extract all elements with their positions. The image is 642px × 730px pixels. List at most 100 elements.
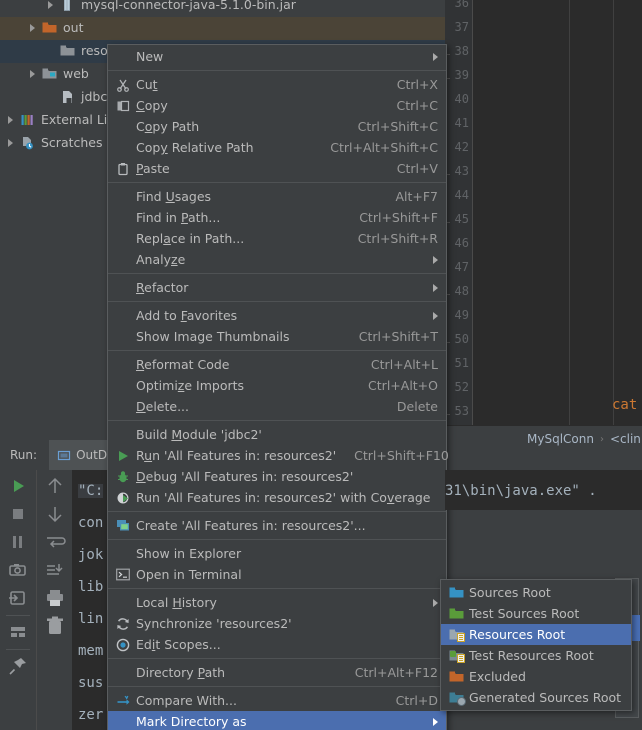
tree-node-mysql-connector-java-5-1-0-bin-jar[interactable]: mysql-connector-java-5.1.0-bin.jar: [0, 0, 445, 17]
menu-item-copy-path[interactable]: Copy Path Ctrl+Shift+C: [108, 116, 446, 137]
menu-item-shortcut: Delete: [396, 399, 438, 414]
code-token: cat: [612, 397, 638, 413]
menu-item-label: Copy Relative Path: [136, 140, 254, 155]
pause-icon[interactable]: [6, 530, 30, 554]
stop-icon[interactable]: [6, 502, 30, 526]
menu-item-edit-scopes[interactable]: Edit Scopes...: [108, 634, 446, 655]
menu-item-run-all-features-in-resources2[interactable]: Run 'All Features in: resources2' Ctrl+Sh…: [108, 445, 449, 466]
breadcrumb-class[interactable]: MySqlConn: [527, 432, 594, 446]
menu-item-label: Build Module 'jdbc2': [136, 427, 262, 442]
menu-item-label: Local History: [136, 595, 217, 610]
menu-item-compare-with[interactable]: Compare With... Ctrl+D: [108, 690, 446, 711]
menu-item-new[interactable]: New: [108, 46, 446, 67]
menu-item-create-all-features-in-resources2[interactable]: Create 'All Features in: resources2'...: [108, 515, 446, 536]
menu-item-optimize-imports[interactable]: Optimize Imports Ctrl+Alt+O: [108, 375, 446, 396]
compare-icon: [113, 693, 133, 709]
layout-icon[interactable]: [6, 620, 30, 644]
arrow-up-icon[interactable]: [43, 474, 67, 498]
menu-item-show-image-thumbnails[interactable]: Show Image Thumbnails Ctrl+Shift+T: [108, 326, 446, 347]
menu-separator: [108, 511, 446, 512]
ide-window: mysql-connector-java-5.1.0-bin.jaroutres…: [0, 0, 642, 730]
line-number: 47: [454, 260, 469, 274]
menu-item-find-usages[interactable]: Find Usages Alt+F7: [108, 186, 446, 207]
menu-item-paste[interactable]: Paste Ctrl+V: [108, 158, 446, 179]
menu-item-shortcut: Ctrl+C: [396, 98, 438, 113]
tree-expand-arrow-icon[interactable]: [28, 69, 39, 80]
mark-directory-as-submenu[interactable]: Sources Root Test Sources Root Resources R…: [440, 579, 632, 711]
resources-badge-icon: [456, 654, 465, 663]
submenu-item-generated-sources-root[interactable]: Generated Sources Root: [441, 687, 631, 708]
run-toolbar-right[interactable]: [36, 470, 73, 730]
menu-item-cut[interactable]: Cut Ctrl+X: [108, 74, 446, 95]
breadcrumb[interactable]: MySqlConn › <clini: [445, 425, 642, 452]
no-icon: [113, 714, 133, 730]
submenu-arrow-icon: [433, 598, 438, 607]
menu-item-find-in-path[interactable]: Find in Path... Ctrl+Shift+F: [108, 207, 446, 228]
pin-icon[interactable]: [6, 654, 30, 678]
menu-item-delete[interactable]: Delete... Delete: [108, 396, 446, 417]
menu-item-add-to-favorites[interactable]: Add to Favorites: [108, 305, 446, 326]
resources-badge-icon: [456, 633, 465, 642]
menu-item-replace-in-path[interactable]: Replace in Path... Ctrl+Shift+R: [108, 228, 446, 249]
tree-expand-arrow-icon[interactable]: [6, 115, 17, 126]
run-tab-label: OutD: [76, 448, 108, 462]
scroll-to-end-icon[interactable]: [43, 558, 67, 582]
menu-item-synchronize-resources2[interactable]: Synchronize 'resources2': [108, 613, 446, 634]
menu-item-reformat-code[interactable]: Reformat Code Ctrl+Alt+L: [108, 354, 446, 375]
console-line: sus: [78, 675, 104, 691]
menu-item-analyze[interactable]: Analyze: [108, 249, 446, 270]
run-icon[interactable]: [6, 474, 30, 498]
camera-icon[interactable]: [6, 558, 30, 582]
submenu-item-test-sources-root[interactable]: Test Sources Root: [441, 603, 631, 624]
line-number: 41: [454, 116, 469, 130]
menu-item-copy[interactable]: Copy Ctrl+C: [108, 95, 446, 116]
breadcrumb-member[interactable]: <clini: [610, 432, 642, 446]
menu-item-local-history[interactable]: Local History: [108, 592, 446, 613]
menu-separator: [108, 70, 446, 71]
menu-item-run-all-features-in-resources2-with-coverage[interactable]: Run 'All Features in: resources2' with C…: [108, 487, 446, 508]
submenu-item-resources-root[interactable]: Resources Root: [441, 624, 631, 645]
menu-item-shortcut: Ctrl+Shift+T: [358, 329, 438, 344]
soft-wrap-icon[interactable]: [43, 530, 67, 554]
menu-item-copy-relative-path[interactable]: Copy Relative Path Ctrl+Alt+Shift+C: [108, 137, 446, 158]
arrow-down-icon[interactable]: [43, 502, 67, 526]
menu-item-debug-all-features-in-resources2[interactable]: Debug 'All Features in: resources2': [108, 466, 446, 487]
tree-expand-arrow-icon[interactable]: [46, 0, 57, 11]
no-icon: [113, 357, 133, 373]
menu-item-label: Find in Path...: [136, 210, 221, 225]
editor-area[interactable]: 36 37 38 39 40 41 42 43 44 45 46 47 48 49 50 51 52 53 MyS…: [162, 0, 642, 452]
run-tab-outd[interactable]: OutD: [49, 440, 116, 470]
rerun-icon[interactable]: [6, 586, 30, 610]
tree-expand-arrow-icon[interactable]: [28, 23, 39, 34]
folder-test-resources-icon: [446, 648, 466, 664]
submenu-item-sources-root[interactable]: Sources Root: [441, 582, 631, 603]
menu-separator: [108, 686, 446, 687]
menu-item-shortcut: Ctrl+D: [395, 693, 438, 708]
submenu-item-label: Generated Sources Root: [469, 690, 622, 705]
menu-item-shortcut: Ctrl+V: [396, 161, 438, 176]
menu-item-directory-path[interactable]: Directory Path Ctrl+Alt+F12: [108, 662, 446, 683]
folder-web-icon: [42, 67, 58, 83]
menu-item-show-in-explorer[interactable]: Show in Explorer: [108, 543, 446, 564]
menu-item-build-module-jdbc2[interactable]: Build Module 'jdbc2': [108, 424, 446, 445]
print-icon[interactable]: [43, 586, 67, 610]
submenu-item-test-resources-root[interactable]: Test Resources Root: [441, 645, 631, 666]
menu-separator: [108, 420, 446, 421]
no-icon: [113, 231, 133, 247]
run-toolbar-left[interactable]: [0, 470, 36, 730]
editor-gutter[interactable]: 36 37 38 39 40 41 42 43 44 45 46 47 48 49 50 51 52 53: [445, 0, 473, 452]
no-icon: [113, 546, 133, 562]
menu-item-mark-directory-as[interactable]: Mark Directory as: [108, 711, 446, 730]
trash-icon[interactable]: [43, 614, 67, 638]
run-icon: [113, 448, 133, 464]
copy-icon: [113, 98, 133, 114]
context-menu[interactable]: New Cut Ctrl+X Copy Ctrl+C Copy Path Ctrl+Shif…: [107, 44, 449, 730]
menu-item-open-in-terminal[interactable]: Open in Terminal: [108, 564, 446, 585]
menu-item-refactor[interactable]: Refactor: [108, 277, 446, 298]
tree-node-out[interactable]: out: [0, 17, 445, 40]
tree-expand-arrow-icon[interactable]: [6, 138, 17, 149]
no-icon: [113, 49, 133, 65]
editor-indent-guide-2: [613, 0, 614, 452]
menu-item-label: Cut: [136, 77, 158, 92]
submenu-item-excluded[interactable]: Excluded: [441, 666, 631, 687]
